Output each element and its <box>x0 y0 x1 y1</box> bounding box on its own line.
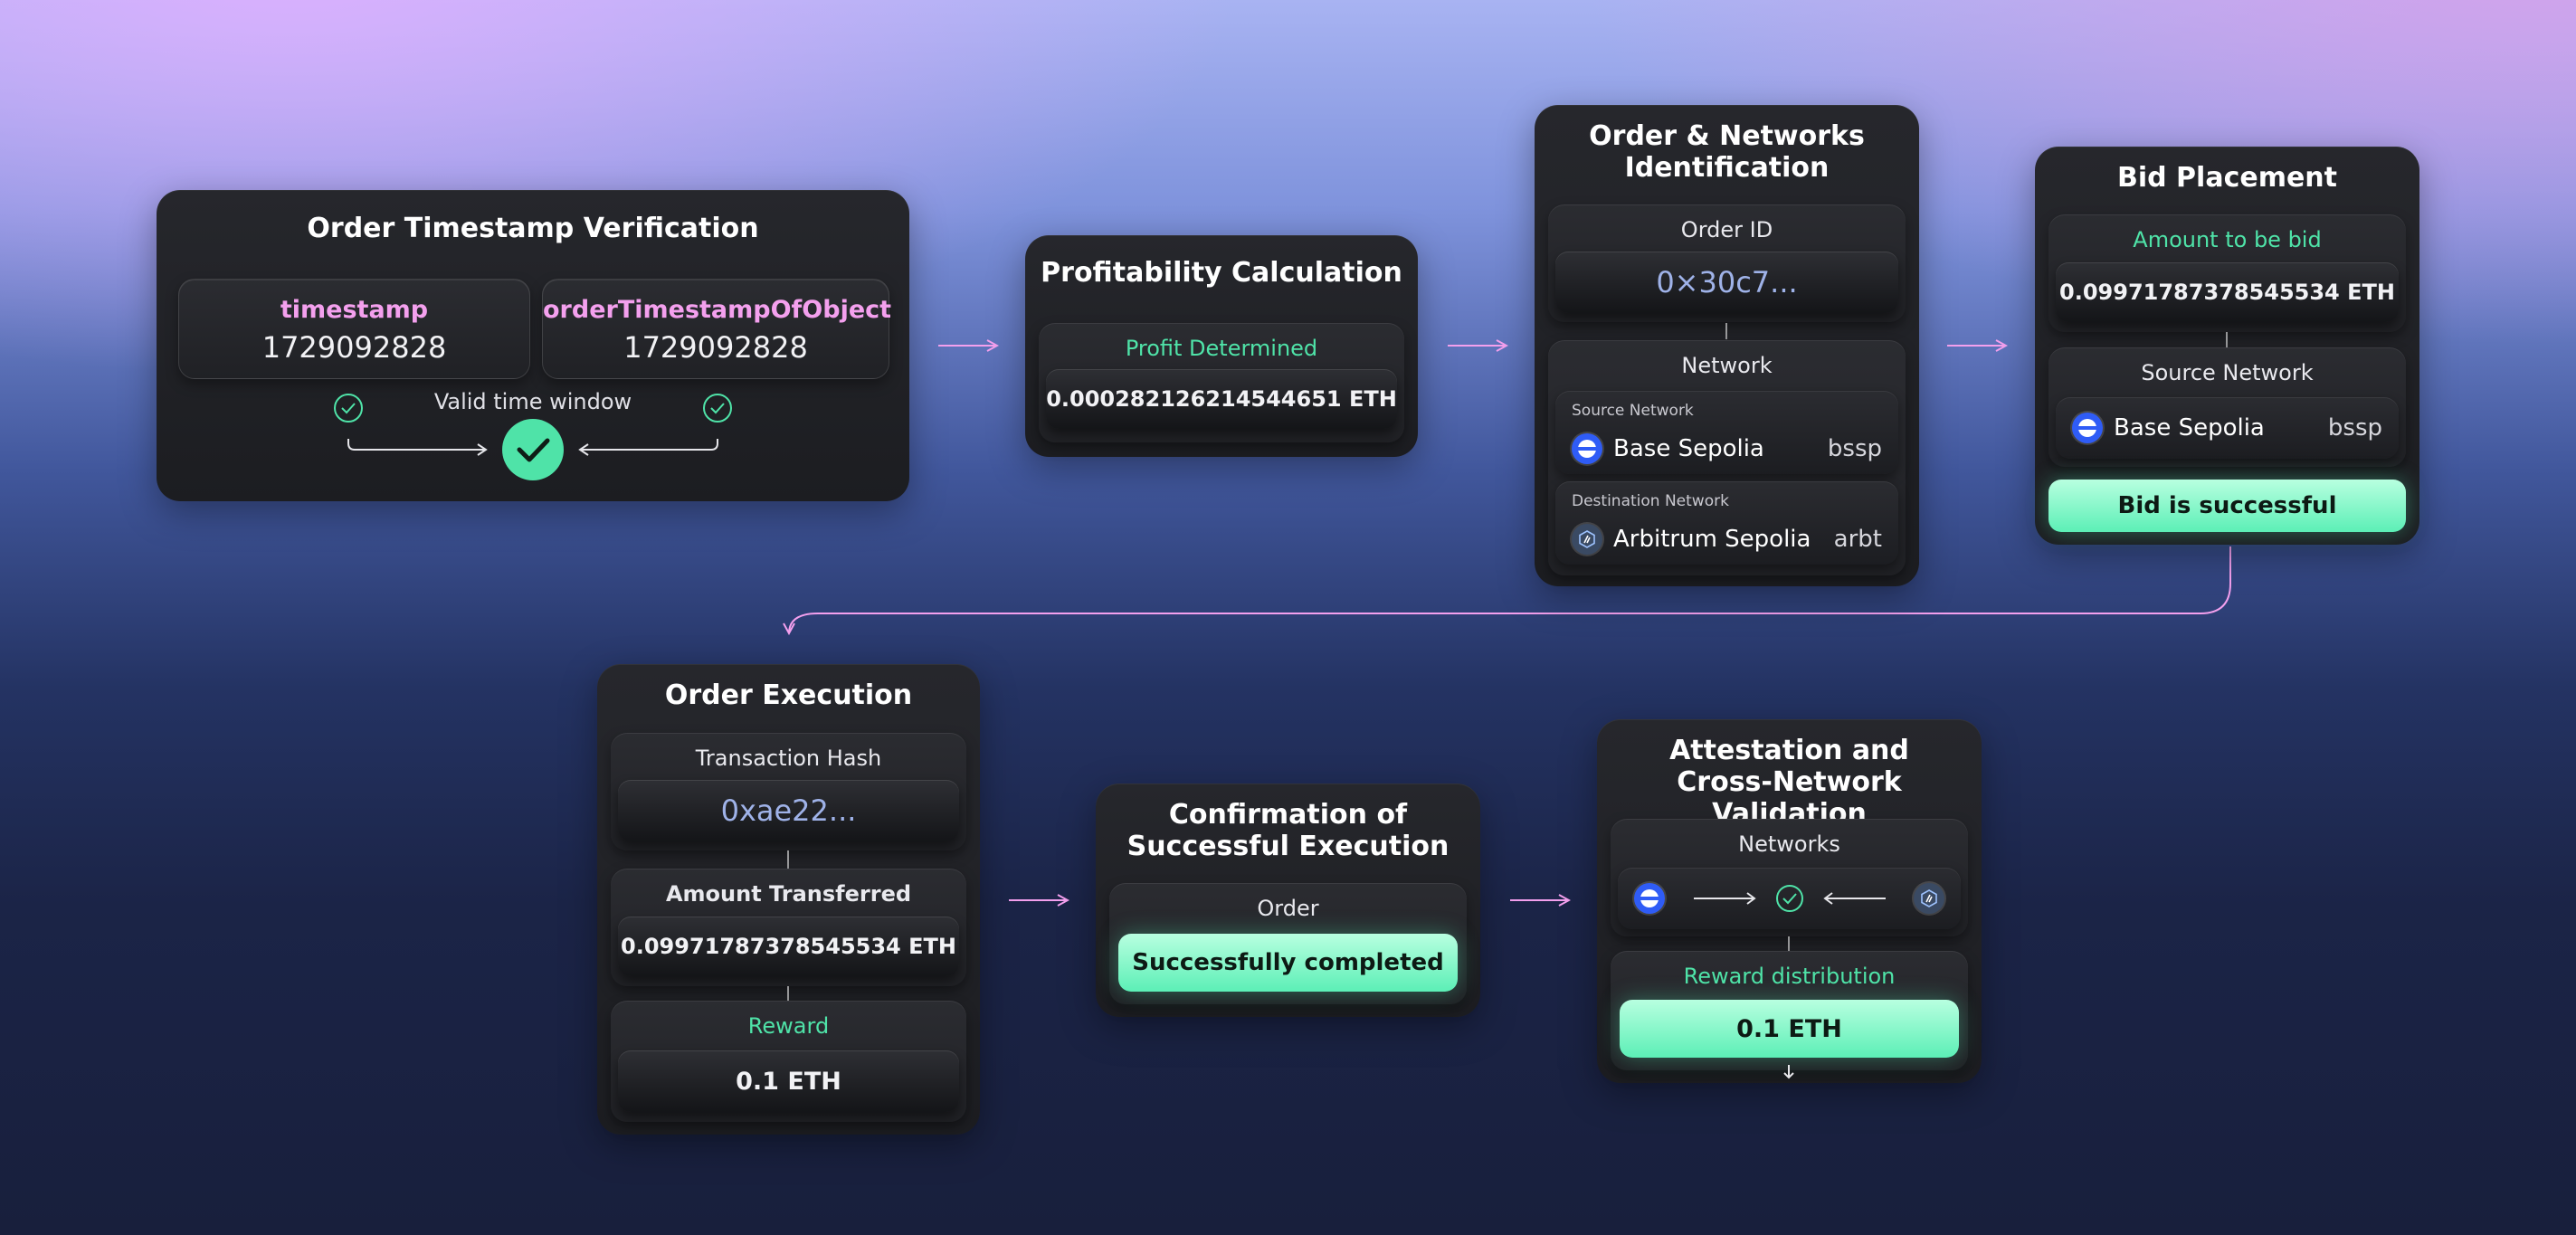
connector-line <box>787 850 789 869</box>
transaction-hash-pill: 0xae22... <box>618 780 959 841</box>
arrow-down-icon <box>1783 1065 1794 1079</box>
timestamp-verification-card: Order Timestamp Verification timestamp 1… <box>157 190 909 501</box>
bid-amount-pill: 0.09971787378545534 ETH <box>2056 262 2399 322</box>
check-badge-icon <box>502 419 564 480</box>
transaction-hash-value: 0xae22... <box>720 793 857 828</box>
connector-line <box>2226 332 2228 348</box>
source-network-name: Base Sepolia <box>1613 435 1764 462</box>
card-title: Order Execution <box>664 679 913 711</box>
card-title-line1: Confirmation of <box>1168 799 1408 831</box>
card-title: Bid Placement <box>2116 162 2338 194</box>
destination-network-caption: Destination Network <box>1572 492 1729 510</box>
source-network-code: bssp <box>2327 414 2382 442</box>
profit-value-pill: 0.000282126214544651 ETH <box>1046 369 1397 429</box>
reward-value: 0.1 ETH <box>736 1067 841 1096</box>
bid-amount-label: Amount to be bid <box>2133 227 2322 252</box>
destination-network-code: arbt <box>1833 526 1882 553</box>
card-title-line1: Attestation and <box>1669 735 1909 766</box>
source-network-row: Source Network Base Sepolia bssp <box>1555 391 1898 474</box>
reward-label: Reward <box>747 1013 830 1039</box>
order-success-badge: Successfully completed <box>1118 934 1458 992</box>
network-validation-row <box>1618 868 1961 929</box>
order-status: Successfully completed <box>1132 949 1444 976</box>
destination-network-name: Arbitrum Sepolia <box>1613 526 1811 553</box>
profit-label: Profit Determined <box>1125 336 1318 361</box>
card-title-line2: Successful Execution <box>1126 831 1450 862</box>
order-networks-card: Order & Networks Identification Order ID… <box>1535 105 1919 586</box>
order-status-section: Order Successfully completed <box>1109 883 1467 1004</box>
card-title-line1: Order & Networks <box>1589 120 1865 152</box>
card-title-line2: Identification <box>1624 152 1830 184</box>
order-label: Order <box>1257 896 1319 921</box>
bid-amount-value: 0.09971787378545534 ETH <box>2059 280 2395 305</box>
destination-network-row: Destination Network Arbitrum Sepolia arb… <box>1555 481 1898 565</box>
profitability-card: Profitability Calculation Profit Determi… <box>1025 235 1418 457</box>
amount-transferred-value: 0.09971787378545534 ETH <box>621 934 956 959</box>
networks-section: Networks <box>1611 819 1968 936</box>
transaction-hash-section: Transaction Hash 0xae22... <box>611 733 966 850</box>
source-network-code: bssp <box>1827 435 1882 462</box>
base-network-icon <box>1572 433 1602 464</box>
order-id-label: Order ID <box>1680 217 1773 242</box>
bid-placement-card: Bid Placement Amount to be bid 0.0997178… <box>2035 147 2419 545</box>
check-circle-icon <box>1776 885 1803 912</box>
transaction-hash-label: Transaction Hash <box>695 746 882 771</box>
reward-pill: 0.1 ETH <box>618 1050 959 1112</box>
source-network-caption: Source Network <box>1572 402 1694 420</box>
order-execution-card: Order Execution Transaction Hash 0xae22.… <box>597 664 980 1135</box>
bid-success-badge: Bid is successful <box>2048 480 2406 532</box>
validation-arrows <box>1694 885 1886 912</box>
source-network-row: Base Sepolia bssp <box>2056 397 2399 459</box>
network-label: Network <box>1681 353 1773 378</box>
profit-section: Profit Determined 0.000282126214544651 E… <box>1039 323 1404 442</box>
reward-distribution-label: Reward distribution <box>1683 964 1896 989</box>
check-circle-icon <box>334 394 363 423</box>
attestation-card: Attestation and Cross-Network Validation… <box>1597 719 1982 1083</box>
base-network-icon <box>2072 413 2103 443</box>
arbitrum-network-icon <box>1914 883 1944 914</box>
network-section: Network Source Network Base Sepolia bssp… <box>1548 340 1906 575</box>
bid-amount-section: Amount to be bid 0.09971787378545534 ETH <box>2048 214 2406 332</box>
reward-distribution-badge: 0.1 ETH <box>1620 1000 1959 1058</box>
connector-line <box>1725 323 1727 339</box>
amount-transferred-label: Amount Transferred <box>665 881 912 907</box>
order-id-section: Order ID 0×30c7... <box>1548 204 1906 322</box>
reward-distribution-section: Reward distribution 0.1 ETH <box>1611 951 1968 1070</box>
bid-status: Bid is successful <box>2117 492 2337 519</box>
amount-transferred-section: Amount Transferred 0.09971787378545534 E… <box>611 869 966 986</box>
order-id-value: 0×30c7... <box>1656 265 1798 299</box>
order-id-pill: 0×30c7... <box>1555 252 1898 313</box>
reward-distribution-value: 0.1 ETH <box>1736 1014 1842 1043</box>
amount-transferred-pill: 0.09971787378545534 ETH <box>618 917 959 976</box>
reward-section: Reward 0.1 ETH <box>611 1001 966 1122</box>
networks-label: Networks <box>1738 831 1840 857</box>
time-window-diagram <box>334 394 732 480</box>
confirmation-card: Confirmation of Successful Execution Ord… <box>1096 784 1480 1017</box>
card-title: Profitability Calculation <box>1041 257 1402 289</box>
source-network-name: Base Sepolia <box>2114 414 2265 442</box>
profit-value: 0.000282126214544651 ETH <box>1046 386 1397 412</box>
arbitrum-network-icon <box>1572 524 1602 555</box>
bid-source-section: Source Network Base Sepolia bssp <box>2048 347 2406 467</box>
check-circle-icon <box>703 394 732 423</box>
source-network-label: Source Network <box>2141 360 2314 385</box>
arrow-wrap <box>789 546 2231 633</box>
